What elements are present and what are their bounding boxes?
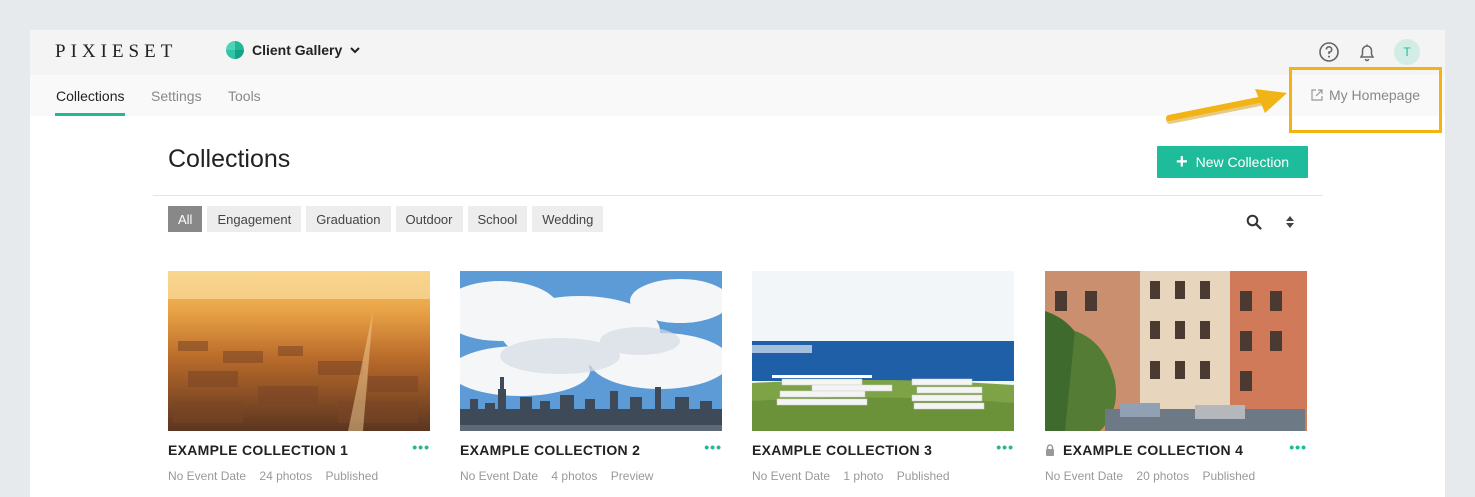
gallery-switcher[interactable]: Client Gallery — [226, 41, 360, 59]
more-icon[interactable]: ••• — [412, 439, 430, 455]
collection-status: Published — [1202, 469, 1256, 483]
gallery-label: Client Gallery — [252, 42, 343, 58]
divider — [153, 195, 1323, 196]
collection-title-text: EXAMPLE COLLECTION 3 — [752, 442, 933, 458]
collection-card: EXAMPLE COLLECTION 3 ••• No Event Date 1… — [752, 271, 1014, 483]
collection-card: EXAMPLE COLLECTION 2 ••• No Event Date 4… — [460, 271, 722, 483]
collection-card: EXAMPLE COLLECTION 1 ••• No Event Date 2… — [168, 271, 430, 483]
collection-title-text: EXAMPLE COLLECTION 1 — [168, 442, 349, 458]
collection-date: No Event Date — [460, 469, 539, 483]
collection-status: Published — [896, 469, 950, 483]
collection-thumbnail[interactable] — [1045, 271, 1307, 431]
lock-icon — [1046, 444, 1054, 456]
bell-icon[interactable] — [1356, 41, 1378, 63]
filter-chip-school[interactable]: School — [467, 206, 528, 232]
collection-count: 4 photos — [551, 469, 598, 483]
filter-chip-outdoor[interactable]: Outdoor — [395, 206, 463, 232]
user-avatar[interactable]: T — [1394, 39, 1420, 65]
annotation-arrow-icon — [1166, 89, 1287, 124]
app-window: PIXIESET Client Gallery T Collections Se… — [30, 30, 1445, 497]
sort-icon[interactable] — [1284, 214, 1296, 230]
collection-status: Preview — [610, 469, 654, 483]
collection-meta: No Event Date 1 photo Published — [752, 469, 960, 483]
collection-status: Published — [325, 469, 379, 483]
highlight-annotation-box — [1289, 67, 1442, 133]
tab-settings[interactable]: Settings — [151, 88, 202, 104]
collection-count: 1 photo — [843, 469, 884, 483]
collection-thumbnail[interactable] — [460, 271, 722, 431]
new-collection-label: New Collection — [1195, 154, 1290, 170]
collection-thumbnail[interactable] — [752, 271, 1014, 431]
collection-meta: No Event Date 20 photos Published — [1045, 469, 1265, 483]
tab-collections[interactable]: Collections — [56, 88, 124, 104]
chevron-down-icon — [350, 47, 360, 54]
collection-title[interactable]: EXAMPLE COLLECTION 4 — [1045, 442, 1243, 458]
collection-date: No Event Date — [168, 469, 247, 483]
plus-icon: + — [1175, 151, 1188, 173]
collection-count: 24 photos — [259, 469, 313, 483]
new-collection-button[interactable]: + New Collection — [1157, 146, 1308, 178]
more-icon[interactable]: ••• — [704, 439, 722, 455]
collection-title-text: EXAMPLE COLLECTION 2 — [460, 442, 641, 458]
filter-chip-engagement[interactable]: Engagement — [207, 206, 302, 232]
top-icons: T — [1302, 39, 1420, 65]
pixieset-logo[interactable]: PIXIESET — [55, 41, 177, 63]
collection-thumbnail[interactable] — [168, 271, 430, 431]
filter-chips: All Engagement Graduation Outdoor School… — [168, 206, 608, 232]
collection-date: No Event Date — [752, 469, 831, 483]
collection-card: EXAMPLE COLLECTION 4 ••• No Event Date 2… — [1045, 271, 1307, 483]
collection-title-text: EXAMPLE COLLECTION 4 — [1063, 442, 1244, 458]
collection-meta: No Event Date 24 photos Published — [168, 469, 388, 483]
filter-chip-graduation[interactable]: Graduation — [306, 206, 391, 232]
page-title: Collections — [168, 145, 291, 173]
active-tab-indicator — [55, 113, 125, 116]
collection-date: No Event Date — [1045, 469, 1124, 483]
more-icon[interactable]: ••• — [996, 439, 1014, 455]
collection-meta: No Event Date 4 photos Preview — [460, 469, 663, 483]
help-icon[interactable] — [1318, 41, 1340, 63]
collection-title[interactable]: EXAMPLE COLLECTION 3 — [752, 442, 932, 458]
filter-chip-all[interactable]: All — [168, 206, 203, 232]
collection-title[interactable]: EXAMPLE COLLECTION 1 — [168, 442, 348, 458]
tab-tools[interactable]: Tools — [228, 88, 261, 104]
collection-title[interactable]: EXAMPLE COLLECTION 2 — [460, 442, 640, 458]
gallery-icon — [226, 41, 244, 59]
filter-chip-wedding[interactable]: Wedding — [532, 206, 604, 232]
top-bar: PIXIESET Client Gallery T — [30, 30, 1445, 75]
collection-count: 20 photos — [1136, 469, 1190, 483]
search-icon[interactable] — [1246, 214, 1262, 230]
more-icon[interactable]: ••• — [1289, 439, 1307, 455]
